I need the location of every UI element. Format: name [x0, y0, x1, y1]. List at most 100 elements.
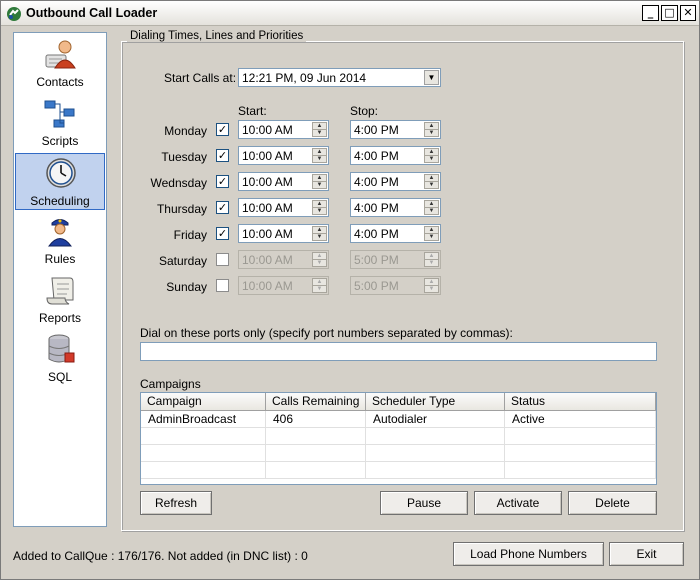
stop-column-header: Stop: — [350, 104, 379, 118]
minimize-button[interactable]: _ — [642, 5, 659, 21]
column-header-campaign[interactable]: Campaign — [141, 393, 266, 411]
groupbox-title: Dialing Times, Lines and Priorities — [127, 30, 307, 42]
start-calls-datetime-picker[interactable]: 12:21 PM, 09 Jun 2014 ▼ — [238, 68, 441, 87]
table-row[interactable]: AdminBroadcast 406 Autodialer Active — [141, 411, 656, 428]
day-label-wednesday: Wednsday — [150, 176, 207, 190]
empty-row — [141, 462, 656, 479]
campaigns-table[interactable]: Campaign Calls Remaining Scheduler Type … — [140, 392, 657, 485]
sidebar-item-label: Reports — [38, 311, 82, 325]
day-checkbox-thursday[interactable]: ✓ — [216, 201, 229, 214]
start-time-value: 10:00 AM — [242, 279, 293, 293]
start-time-value: 10:00 AM — [242, 227, 293, 241]
start-time-tuesday[interactable]: 10:00 AM ▲ ▼ — [238, 146, 329, 165]
sidebar-item-contacts[interactable]: Contacts — [15, 35, 105, 92]
start-time-sunday[interactable]: 10:00 AM ▲ ▼ — [238, 276, 329, 295]
stop-time-tuesday[interactable]: 4:00 PM ▲ ▼ — [350, 146, 441, 165]
start-time-wednesday[interactable]: 10:00 AM ▲ ▼ — [238, 172, 329, 191]
stop-time-value: 4:00 PM — [354, 175, 399, 189]
ports-input[interactable] — [140, 342, 657, 361]
start-time-thursday[interactable]: 10:00 AM ▲ ▼ — [238, 198, 329, 217]
window-title: Outbound Call Loader — [26, 6, 158, 20]
cell-campaign: AdminBroadcast — [141, 411, 266, 428]
stop-time-saturday[interactable]: 5:00 PM ▲ ▼ — [350, 250, 441, 269]
title-bar[interactable]: Outbound Call Loader _ □ ✕ — [1, 1, 699, 26]
day-checkbox-wednesday[interactable]: ✓ — [216, 175, 229, 188]
sidebar-item-reports[interactable]: Reports — [15, 271, 105, 328]
spin-down-icon[interactable]: ▼ — [424, 207, 439, 215]
status-message: Added to CallQue : 176/176. Not added (i… — [13, 549, 308, 563]
stop-time-value: 4:00 PM — [354, 227, 399, 241]
load-phone-numbers-button[interactable]: Load Phone Numbers — [453, 542, 604, 566]
spin-down-icon[interactable]: ▼ — [424, 233, 439, 241]
delete-button[interactable]: Delete — [568, 491, 657, 515]
chevron-down-icon[interactable]: ▼ — [424, 70, 439, 85]
start-calls-value: 12:21 PM, 09 Jun 2014 — [242, 71, 367, 85]
main-window: Outbound Call Loader _ □ ✕ Contacts Scri… — [0, 0, 700, 580]
maximize-button[interactable]: □ — [661, 5, 678, 21]
officer-icon — [48, 219, 72, 247]
sidebar-item-rules[interactable]: Rules — [15, 212, 105, 269]
sidebar-item-label: Rules — [44, 252, 76, 266]
column-header-status[interactable]: Status — [505, 393, 656, 411]
spin-down-icon[interactable]: ▼ — [424, 259, 439, 267]
stop-time-friday[interactable]: 4:00 PM ▲ ▼ — [350, 224, 441, 243]
start-time-saturday[interactable]: 10:00 AM ▲ ▼ — [238, 250, 329, 269]
spin-down-icon[interactable]: ▼ — [424, 155, 439, 163]
start-time-value: 10:00 AM — [242, 253, 293, 267]
sidebar: Contacts Scripts Scheduling Rules Report… — [13, 32, 107, 527]
spin-down-icon[interactable]: ▼ — [424, 181, 439, 189]
sidebar-item-scripts[interactable]: Scripts — [15, 94, 105, 151]
pause-button[interactable]: Pause — [380, 491, 468, 515]
spin-down-icon[interactable]: ▼ — [312, 259, 327, 267]
stop-time-value: 5:00 PM — [354, 279, 399, 293]
stop-time-thursday[interactable]: 4:00 PM ▲ ▼ — [350, 198, 441, 217]
spin-down-icon[interactable]: ▼ — [312, 181, 327, 189]
spin-down-icon[interactable]: ▼ — [312, 285, 327, 293]
column-header-calls-remaining[interactable]: Calls Remaining — [266, 393, 366, 411]
spin-down-icon[interactable]: ▼ — [312, 129, 327, 137]
close-button[interactable]: ✕ — [680, 5, 696, 21]
column-header-scheduler-type[interactable]: Scheduler Type — [366, 393, 505, 411]
cell-calls-remaining: 406 — [266, 411, 366, 428]
start-time-friday[interactable]: 10:00 AM ▲ ▼ — [238, 224, 329, 243]
stop-time-monday[interactable]: 4:00 PM ▲ ▼ — [350, 120, 441, 139]
day-label-saturday: Saturday — [158, 254, 207, 268]
day-checkbox-tuesday[interactable]: ✓ — [216, 149, 229, 162]
spin-down-icon[interactable]: ▼ — [312, 233, 327, 241]
day-label-monday: Monday — [164, 124, 207, 138]
spin-down-icon[interactable]: ▼ — [312, 155, 327, 163]
start-time-value: 10:00 AM — [242, 201, 293, 215]
empty-row — [141, 428, 656, 445]
stop-time-wednesday[interactable]: 4:00 PM ▲ ▼ — [350, 172, 441, 191]
sidebar-item-sql[interactable]: SQL — [15, 330, 105, 387]
stop-time-value: 4:00 PM — [354, 201, 399, 215]
campaigns-label: Campaigns — [140, 377, 201, 391]
database-icon — [48, 334, 75, 363]
start-time-value: 10:00 AM — [242, 149, 293, 163]
exit-button[interactable]: Exit — [609, 542, 684, 566]
contacts-icon — [45, 40, 76, 69]
sidebar-item-label: Scripts — [41, 134, 79, 148]
cell-scheduler-type: Autodialer — [366, 411, 505, 428]
day-checkbox-friday[interactable]: ✓ — [216, 227, 229, 240]
sidebar-item-label: Scheduling — [30, 194, 90, 208]
clock-icon — [46, 158, 76, 188]
day-checkbox-monday[interactable]: ✓ — [216, 123, 229, 136]
sidebar-item-scheduling[interactable]: Scheduling — [15, 153, 105, 210]
activate-button[interactable]: Activate — [474, 491, 562, 515]
start-column-header: Start: — [238, 104, 267, 118]
spin-down-icon[interactable]: ▼ — [424, 129, 439, 137]
cell-status: Active — [505, 411, 656, 428]
start-time-monday[interactable]: 10:00 AM ▲ ▼ — [238, 120, 329, 139]
day-checkbox-saturday[interactable] — [216, 253, 229, 266]
stop-time-value: 5:00 PM — [354, 253, 399, 267]
stop-time-value: 4:00 PM — [354, 149, 399, 163]
refresh-button[interactable]: Refresh — [140, 491, 212, 515]
stop-time-sunday[interactable]: 5:00 PM ▲ ▼ — [350, 276, 441, 295]
day-checkbox-sunday[interactable] — [216, 279, 229, 292]
start-time-value: 10:00 AM — [242, 175, 293, 189]
stop-time-value: 4:00 PM — [354, 123, 399, 137]
spin-down-icon[interactable]: ▼ — [312, 207, 327, 215]
scripts-icon — [44, 100, 75, 128]
spin-down-icon[interactable]: ▼ — [424, 285, 439, 293]
